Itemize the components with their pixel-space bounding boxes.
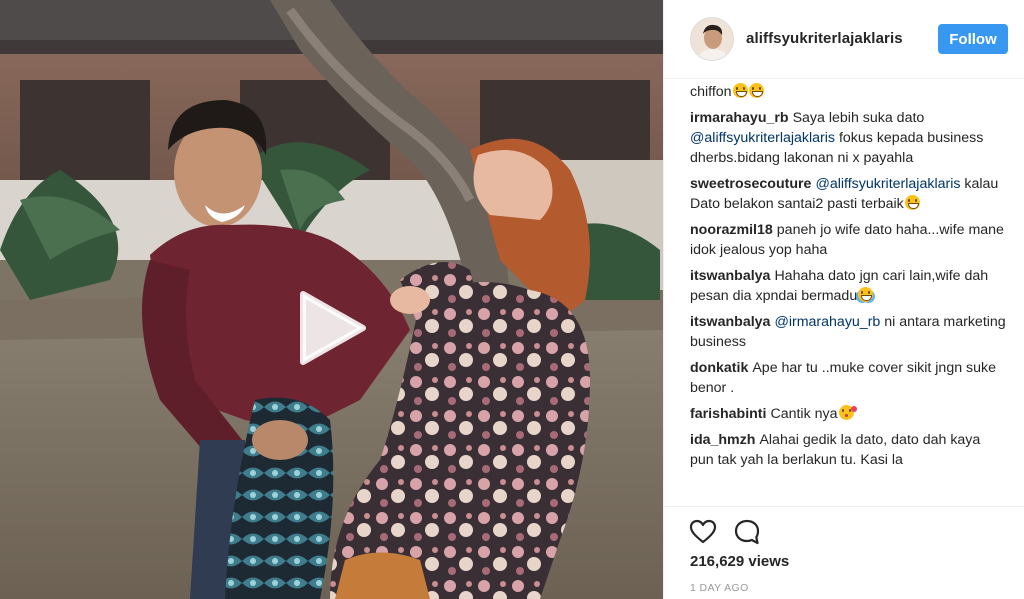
tears-emoji-icon — [858, 287, 874, 302]
post-sidebar: aliffsyukriterlajaklaris Follow chiffon i… — [663, 0, 1024, 599]
speech-bubble-icon[interactable] — [732, 517, 762, 547]
comment-author[interactable]: irmarahayu_rb — [690, 110, 789, 126]
comment-author[interactable]: farishabinti — [690, 406, 766, 422]
comment-item: itswanbalya @irmarahayu_rb ni antara mark… — [690, 312, 1006, 352]
post-header: aliffsyukriterlajaklaris Follow — [664, 0, 1024, 79]
grin-emoji-icon — [732, 83, 748, 98]
comment-list[interactable]: chiffon irmarahayu_rb Saya lebih suka dato… — [690, 82, 1006, 505]
comment-item: farishabinti Cantik nya — [690, 404, 1006, 424]
action-bar: 216,629 views 1 DAY AGO — [664, 506, 1024, 599]
comment-author[interactable]: noorazmil18 — [690, 222, 773, 238]
comment-item: ida_hmzh Alahai gedik la dato, dato dah k… — [690, 430, 1006, 470]
video-player[interactable] — [0, 0, 663, 599]
username[interactable]: aliffsyukriterlajaklaris — [746, 30, 903, 47]
mention-link[interactable]: @aliffsyukriterlajaklaris — [690, 130, 835, 146]
mention-link[interactable]: @aliffsyukriterlajaklaris — [815, 176, 960, 192]
comment-author[interactable]: sweetrosecouture — [690, 176, 811, 192]
comment-item: itswanbalya Hahaha dato jgn cari lain,wif… — [690, 266, 1006, 306]
comment-author[interactable]: itswanbalya — [690, 268, 770, 284]
post-timestamp[interactable]: 1 DAY AGO — [690, 582, 749, 594]
comment-author[interactable]: donkatik — [690, 360, 748, 376]
avatar[interactable] — [690, 17, 734, 61]
comment-item: irmarahayu_rb Saya lebih suka dato @aliff… — [690, 108, 1006, 168]
comment-text: chiffon — [690, 84, 732, 100]
heart-outline-icon[interactable] — [688, 517, 718, 547]
comment-author[interactable]: ida_hmzh — [690, 432, 755, 448]
comment-item: noorazmil18 paneh jo wife dato haha...wif… — [690, 220, 1006, 260]
comment-item: chiffon — [690, 82, 1006, 102]
follow-button[interactable]: Follow — [938, 24, 1008, 54]
comment-author[interactable]: itswanbalya — [690, 314, 770, 330]
mention-link[interactable]: @irmarahayu_rb — [774, 314, 880, 330]
comment-item: donkatik Ape har tu ..muke cover sikit jn… — [690, 358, 1006, 398]
profile-photo — [691, 18, 733, 60]
view-count[interactable]: 216,629 views — [690, 553, 789, 570]
comment-text: Saya lebih suka dato — [792, 110, 925, 126]
play-icon[interactable] — [295, 290, 367, 366]
grin-emoji-icon — [748, 83, 764, 98]
comment-item: sweetrosecouture @aliffsyukriterlajaklari… — [690, 174, 1006, 214]
heart-emoji-icon — [850, 406, 857, 412]
grin-emoji-icon — [904, 195, 920, 210]
comment-text: Cantik nya — [770, 406, 838, 422]
